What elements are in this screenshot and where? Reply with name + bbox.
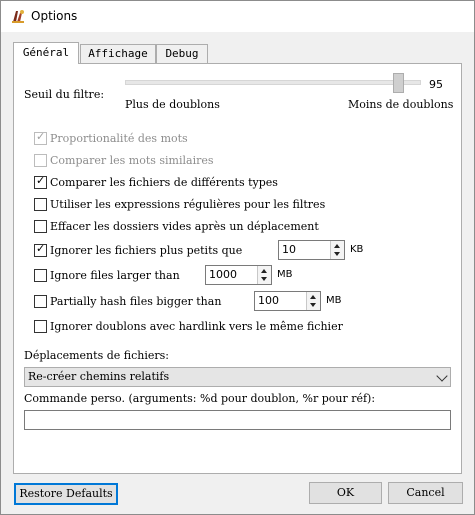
partial-hash-checkbox[interactable] — [34, 295, 47, 308]
ignore-larger-checkbox[interactable] — [34, 269, 47, 282]
partial-hash-unit: MB — [326, 295, 342, 306]
custom-command-label: Commande perso. (arguments: %d pour doub… — [24, 392, 376, 405]
filter-min-label: Plus de doublons — [125, 98, 220, 111]
use-regex-checkbox[interactable] — [34, 198, 47, 211]
ignore-larger-value: 1000 — [209, 268, 237, 281]
moves-dropdown[interactable]: Re-créer chemins relatifs — [24, 367, 451, 387]
ignore-smaller-unit: KB — [350, 244, 364, 255]
ignore-smaller-checkbox[interactable]: ✓ — [34, 242, 47, 257]
title-bar: Options — [1, 1, 474, 32]
ignore-larger-spinbox[interactable]: 1000 — [205, 265, 272, 285]
tab-general[interactable]: Général — [13, 42, 79, 64]
spin-down-icon[interactable] — [310, 303, 316, 307]
moves-label: Déplacements de fichiers: — [24, 349, 169, 362]
checkmark-icon: ✓ — [36, 242, 46, 255]
app-icon — [12, 10, 24, 23]
word-weighting-checkbox[interactable]: ✓ — [34, 130, 47, 145]
checkmark-icon: ✓ — [36, 174, 46, 187]
custom-command-input[interactable] — [24, 410, 451, 430]
spin-buttons[interactable] — [330, 241, 344, 259]
filter-slider-thumb[interactable] — [393, 73, 404, 93]
checkmark-icon: ✓ — [36, 130, 46, 143]
spin-up-icon[interactable] — [334, 244, 340, 248]
tab-affichage[interactable]: Affichage — [80, 44, 156, 63]
use-regex-label: Utiliser les expressions régulières pour… — [50, 198, 326, 211]
spin-buttons[interactable] — [306, 292, 320, 310]
compare-different-types-label: Comparer les fichiers de différents type… — [50, 176, 278, 189]
spin-down-icon[interactable] — [334, 252, 340, 256]
match-similar-checkbox[interactable] — [34, 154, 47, 167]
ignore-hardlinks-checkbox[interactable] — [34, 320, 47, 333]
partial-hash-spinbox[interactable]: 100 — [254, 291, 321, 311]
restore-defaults-button[interactable]: Restore Defaults — [14, 483, 118, 505]
ignore-smaller-spinbox[interactable]: 10 — [278, 240, 345, 260]
filter-max-label: Moins de doublons — [348, 98, 454, 111]
moves-selected-value: Re-créer chemins relatifs — [28, 370, 170, 383]
match-similar-label: Comparer les mots similaires — [50, 154, 214, 167]
chevron-down-icon[interactable] — [436, 370, 448, 382]
tab-debug[interactable]: Debug — [156, 44, 208, 63]
partial-hash-label: Partially hash files bigger than — [50, 295, 222, 308]
remove-empty-folders-checkbox[interactable] — [34, 220, 47, 233]
ignore-larger-unit: MB — [277, 269, 293, 280]
cancel-button[interactable]: Cancel — [388, 482, 463, 504]
spin-down-icon[interactable] — [261, 277, 267, 281]
filter-label: Seuil du filtre: — [24, 88, 105, 101]
options-window: Options Général Affichage Debug Seuil du… — [0, 0, 475, 515]
partial-hash-value: 100 — [258, 294, 279, 307]
filter-value: 95 — [429, 78, 443, 91]
ignore-larger-label: Ignore files larger than — [50, 269, 180, 282]
window-title: Options — [31, 9, 78, 23]
compare-different-types-checkbox[interactable]: ✓ — [34, 174, 47, 189]
spin-buttons[interactable] — [257, 266, 271, 284]
ignore-smaller-value: 10 — [282, 243, 296, 256]
ignore-smaller-label: Ignorer les fichiers plus petits que — [50, 244, 243, 257]
word-weighting-label: Proportionalité des mots — [50, 132, 188, 145]
remove-empty-folders-label: Effacer les dossiers vides après un dépl… — [50, 220, 319, 233]
filter-slider-track[interactable] — [125, 80, 421, 85]
ok-button[interactable]: OK — [309, 482, 382, 504]
spin-up-icon[interactable] — [310, 295, 316, 299]
ignore-hardlinks-label: Ignorer doublons avec hardlink vers le m… — [50, 320, 343, 333]
spin-up-icon[interactable] — [261, 269, 267, 273]
